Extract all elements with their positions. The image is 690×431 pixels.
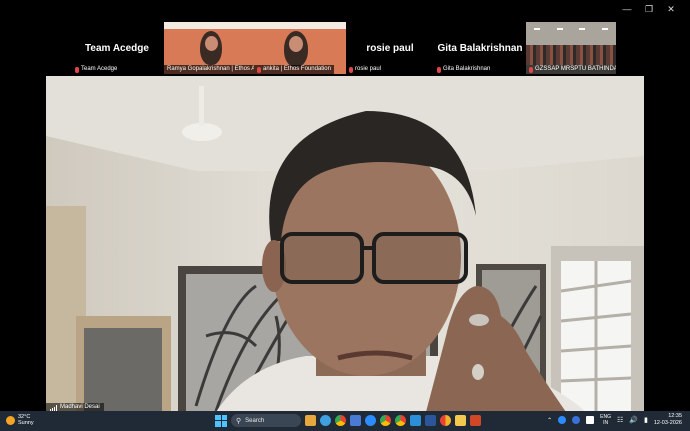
mic-off-icon — [349, 66, 353, 73]
participant-face — [205, 36, 218, 51]
connection-signal-icon — [50, 404, 57, 411]
ceiling-lights — [526, 28, 616, 30]
participant-name: Team Acedge — [85, 42, 149, 54]
participant-label: Gita Balakrishnan — [434, 65, 494, 74]
active-speaker-video[interactable] — [46, 76, 644, 412]
store-icon[interactable] — [350, 415, 361, 426]
audience-image — [526, 45, 616, 65]
restore-button[interactable]: ❐ — [638, 2, 660, 16]
mic-off-icon — [529, 66, 533, 73]
battery-icon[interactable] — [586, 416, 595, 424]
browser-icon[interactable] — [320, 415, 331, 426]
participant-tile-team-acedge[interactable]: Team Acedge Team Acedge — [72, 22, 162, 74]
participant-tile-gita-balakrishnan[interactable]: Gita Balakrishnan Gita Balakrishnan — [434, 22, 526, 74]
taskbar-search[interactable]: ⚲ Search — [231, 414, 301, 427]
files-icon[interactable] — [455, 415, 466, 426]
wifi-icon[interactable]: ☷ — [617, 416, 623, 424]
start-button[interactable] — [215, 414, 227, 427]
participant-label: rosie paul — [346, 65, 385, 74]
banner-strip — [254, 22, 346, 29]
battery-status-icon[interactable]: ▮ — [644, 416, 648, 424]
zoom-icon[interactable] — [365, 415, 376, 426]
chevron-up-icon[interactable]: ⌃ — [547, 417, 552, 424]
participant-label: ankita | Ethos Foundation — [254, 65, 334, 74]
volume-icon[interactable]: 🔊 — [629, 416, 638, 424]
system-tray: ⌃ ENG IN ☷ 🔊 ▮ 12:35 12-03-2026 — [547, 413, 682, 427]
participant-label: GZSSAP MRSPTU BATHINDA — [526, 65, 616, 74]
participant-name: Gita Balakrishnan — [437, 42, 523, 54]
weather-desc: Sunny — [18, 420, 34, 426]
search-icon: ⚲ — [236, 417, 242, 425]
zoom-tray-icon[interactable] — [558, 416, 567, 424]
participant-strip: Team Acedge Team Acedge Ramya Gopalakris… — [0, 22, 690, 76]
sun-icon — [6, 415, 15, 425]
language-indicator[interactable]: ENG IN — [600, 414, 611, 426]
clock-time: 12:35 — [668, 413, 682, 419]
banner-strip — [164, 22, 254, 29]
minimize-button[interactable]: — — [616, 2, 638, 16]
chrome-icon[interactable] — [335, 415, 346, 426]
close-button[interactable]: ✕ — [660, 2, 682, 16]
chrome-profile-icon[interactable] — [380, 415, 391, 426]
participant-face — [289, 36, 303, 52]
mic-off-icon — [437, 66, 441, 73]
chrome-canary-icon[interactable] — [440, 415, 451, 426]
participant-label: Team Acedge — [72, 65, 121, 74]
participant-tile-ankita[interactable]: ankita | Ethos Foundation — [254, 22, 346, 74]
bluetooth-icon[interactable] — [572, 416, 581, 424]
participant-tile-ramya[interactable]: Ramya Gopalakrishnan | Ethos Arcau — [164, 22, 254, 74]
clock-date: 12-03-2026 — [653, 420, 682, 426]
participant-tile-gzssap[interactable]: GZSSAP MRSPTU BATHINDA — [526, 22, 616, 74]
powerpoint-icon[interactable] — [470, 415, 481, 426]
weather-widget[interactable]: 32°C Sunny — [6, 414, 34, 426]
video-call-window: — ❐ ✕ Team Acedge Team Acedge Ramya Gopa… — [0, 0, 690, 431]
chrome-profile-icon-2[interactable] — [395, 415, 406, 426]
file-explorer-icon[interactable] — [305, 415, 316, 426]
mic-off-icon — [257, 66, 261, 73]
window-controls: — ❐ ✕ — [616, 2, 682, 16]
participant-name: rosie paul — [366, 42, 414, 54]
participant-label: Ramya Gopalakrishnan | Ethos Arcau — [164, 65, 254, 74]
taskbar: 32°C Sunny ⚲ Search ⌃ ENG IN ☷ 🔊 ▮ 12:35… — [0, 411, 690, 431]
clock[interactable]: 12:35 12-03-2026 — [654, 413, 682, 427]
taskbar-center: ⚲ Search — [215, 414, 481, 427]
speaker-video-frame — [46, 76, 644, 412]
participant-tile-rosie-paul[interactable]: rosie paul rosie paul — [346, 22, 434, 74]
mic-off-icon — [75, 66, 79, 73]
photos-icon[interactable] — [410, 415, 421, 426]
word-icon[interactable] — [425, 415, 436, 426]
